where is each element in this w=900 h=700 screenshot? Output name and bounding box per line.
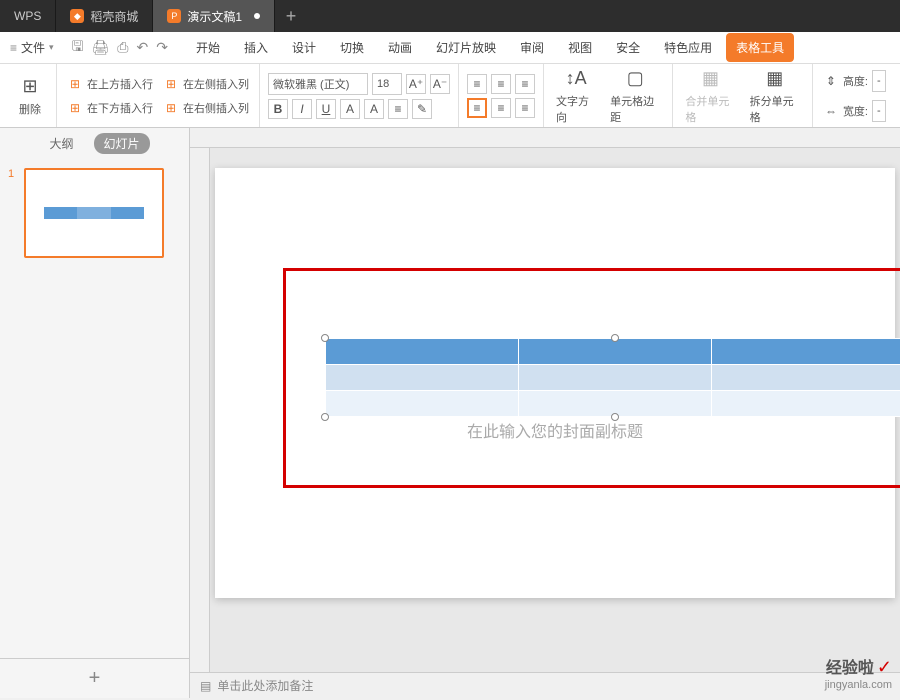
- notes-icon: ▤: [200, 679, 211, 693]
- merge-cells-button[interactable]: ▦ 合并单元格: [681, 65, 739, 127]
- notes-pane[interactable]: ▤ 单击此处添加备注: [190, 672, 900, 698]
- menu-review[interactable]: 审阅: [510, 33, 554, 62]
- menu-home[interactable]: 开始: [186, 33, 230, 62]
- store-label: 稻壳商城: [90, 8, 138, 25]
- menu-animation[interactable]: 动画: [378, 33, 422, 62]
- horizontal-ruler: [190, 128, 900, 148]
- notes-placeholder: 单击此处添加备注: [217, 677, 313, 694]
- menu-table-tools[interactable]: 表格工具: [726, 33, 794, 62]
- table-object[interactable]: [325, 338, 900, 417]
- presentation-icon: P: [167, 9, 181, 23]
- insert-row-below[interactable]: ⊞ 在下方插入行: [65, 98, 155, 118]
- preview-icon[interactable]: ⎙: [117, 39, 128, 56]
- menu-slideshow[interactable]: 幻灯片放映: [426, 33, 506, 62]
- file-label: 文件: [21, 39, 45, 56]
- print-icon[interactable]: 🖨: [92, 39, 110, 56]
- menu-security[interactable]: 安全: [606, 33, 650, 62]
- split-icon: ▦: [761, 67, 789, 91]
- menubar: ≡ 文件 ▾ 🖫 🖨 ⎙ ↶ ↷ 开始 插入 设计 切换 动画 幻灯片放映 审阅…: [0, 32, 900, 64]
- italic-button[interactable]: I: [292, 99, 312, 119]
- font-decrease-icon[interactable]: A⁻: [430, 74, 450, 94]
- menu-insert[interactable]: 插入: [234, 33, 278, 62]
- insert-right-icon: ⊞: [163, 101, 179, 115]
- wps-label: WPS: [14, 9, 41, 23]
- bold-button[interactable]: B: [268, 99, 288, 119]
- menu-view[interactable]: 视图: [558, 33, 602, 62]
- insert-below-icon: ⊞: [67, 101, 83, 115]
- table[interactable]: [325, 338, 900, 417]
- redo-icon[interactable]: ↷: [156, 39, 168, 56]
- menu-features[interactable]: 特色应用: [654, 33, 722, 62]
- tab-wps[interactable]: WPS: [0, 0, 56, 32]
- cell-margin-icon: ▢: [621, 67, 649, 91]
- align-top-icon[interactable]: ≡: [467, 74, 487, 94]
- align-right-icon[interactable]: ≡: [515, 98, 535, 118]
- tab-store[interactable]: ◆ 稻壳商城: [56, 0, 153, 32]
- text-direction-button[interactable]: ↕A 文字方向: [552, 65, 600, 127]
- titlebar: WPS ◆ 稻壳商城 P 演示文稿1 +: [0, 0, 900, 32]
- font-name-select[interactable]: 微软雅黑 (正文): [268, 73, 368, 95]
- insert-above-icon: ⊞: [67, 77, 83, 91]
- slide-number: 1: [8, 168, 18, 258]
- slide-canvas[interactable]: 在此输入您的封面副标题: [210, 148, 900, 672]
- new-tab-button[interactable]: +: [275, 6, 307, 27]
- table-row: [326, 365, 900, 391]
- file-menu[interactable]: ≡ 文件 ▾: [0, 39, 64, 56]
- menu-design[interactable]: 设计: [282, 33, 326, 62]
- quick-access-toolbar: 🖫 🖨 ⎙ ↶ ↷: [64, 36, 176, 60]
- width-icon: ⇔: [823, 104, 839, 118]
- merge-icon: ▦: [697, 67, 725, 91]
- ribbon: ⊞ 删除 ⊞ 在上方插入行 ⊞ 在下方插入行 ⊞ 在左侧插入列 ⊞ 在右侧插入列: [0, 64, 900, 128]
- table-delete-icon: ⊞: [16, 75, 44, 99]
- table-row: [326, 339, 900, 365]
- cell-margin-button[interactable]: ▢ 单元格边距: [606, 65, 664, 127]
- resize-handle[interactable]: [321, 334, 329, 342]
- insert-col-right[interactable]: ⊞ 在右侧插入列: [161, 98, 251, 118]
- resize-handle[interactable]: [611, 334, 619, 342]
- doc-label: 演示文稿1: [187, 8, 242, 25]
- slides-tab[interactable]: 幻灯片: [94, 133, 150, 154]
- font-increase-icon[interactable]: A⁺: [406, 74, 426, 94]
- font-size-select[interactable]: 18: [372, 73, 402, 95]
- row-height[interactable]: ⇕ 高度: -: [821, 68, 888, 94]
- slide-thumbnail-1[interactable]: 1: [8, 168, 181, 258]
- split-cells-button[interactable]: ▦ 拆分单元格: [746, 65, 804, 127]
- slide-panel: 大纲 幻灯片 1 +: [0, 128, 190, 698]
- delete-button[interactable]: ⊞ 删除: [12, 73, 48, 119]
- unsaved-dot-icon: [254, 13, 260, 19]
- text-direction-icon: ↕A: [562, 67, 590, 91]
- add-slide-button[interactable]: +: [0, 658, 189, 698]
- vertical-ruler: [190, 148, 210, 672]
- align-left-icon[interactable]: ≡: [467, 98, 487, 118]
- clear-format-icon[interactable]: ✎: [412, 99, 432, 119]
- insert-left-icon: ⊞: [163, 77, 179, 91]
- menu-tabs: 开始 插入 设计 切换 动画 幻灯片放映 审阅 视图 安全 特色应用 表格工具: [186, 33, 794, 62]
- insert-col-left[interactable]: ⊞ 在左侧插入列: [161, 74, 251, 94]
- highlight-button[interactable]: A: [364, 99, 384, 119]
- line-spacing-icon[interactable]: ≡: [388, 99, 408, 119]
- undo-icon[interactable]: ↶: [136, 39, 148, 56]
- watermark: 经验啦 ✓ jingyanla.com: [825, 657, 892, 692]
- outline-tab[interactable]: 大纲: [39, 133, 83, 154]
- height-icon: ⇕: [823, 74, 839, 88]
- align-middle-icon[interactable]: ≡: [491, 74, 511, 94]
- thumbnail-preview: [24, 168, 164, 258]
- underline-button[interactable]: U: [316, 99, 336, 119]
- panel-tabs: 大纲 幻灯片: [0, 128, 189, 158]
- slide[interactable]: 在此输入您的封面副标题: [215, 168, 895, 598]
- font-color-button[interactable]: A: [340, 99, 360, 119]
- resize-handle[interactable]: [321, 413, 329, 421]
- content-area: 大纲 幻灯片 1 +: [0, 128, 900, 698]
- thumbnail-list: 1: [0, 158, 189, 658]
- slide-area: 在此输入您的封面副标题 ▤ 单击此处添加备注: [190, 128, 900, 698]
- align-center-icon[interactable]: ≡: [491, 98, 511, 118]
- subtitle-placeholder[interactable]: 在此输入您的封面副标题: [467, 418, 643, 442]
- save-icon[interactable]: 🖫: [72, 36, 84, 60]
- menu-transition[interactable]: 切换: [330, 33, 374, 62]
- align-bottom-icon[interactable]: ≡: [515, 74, 535, 94]
- tab-document[interactable]: P 演示文稿1: [153, 0, 275, 32]
- insert-row-above[interactable]: ⊞ 在上方插入行: [65, 74, 155, 94]
- col-width[interactable]: ⇔ 宽度: -: [821, 98, 888, 124]
- store-icon: ◆: [70, 9, 84, 23]
